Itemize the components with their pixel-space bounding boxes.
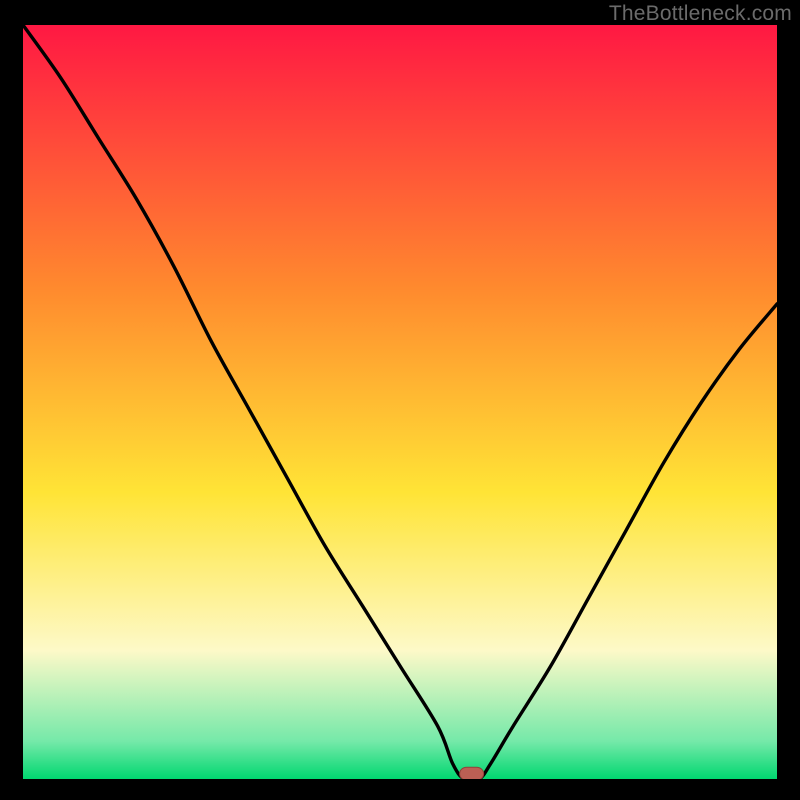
bottleneck-chart [23,25,777,779]
optimal-marker [460,767,484,779]
chart-frame: TheBottleneck.com [0,0,800,800]
plot-area [23,25,777,779]
watermark-text: TheBottleneck.com [609,2,792,26]
